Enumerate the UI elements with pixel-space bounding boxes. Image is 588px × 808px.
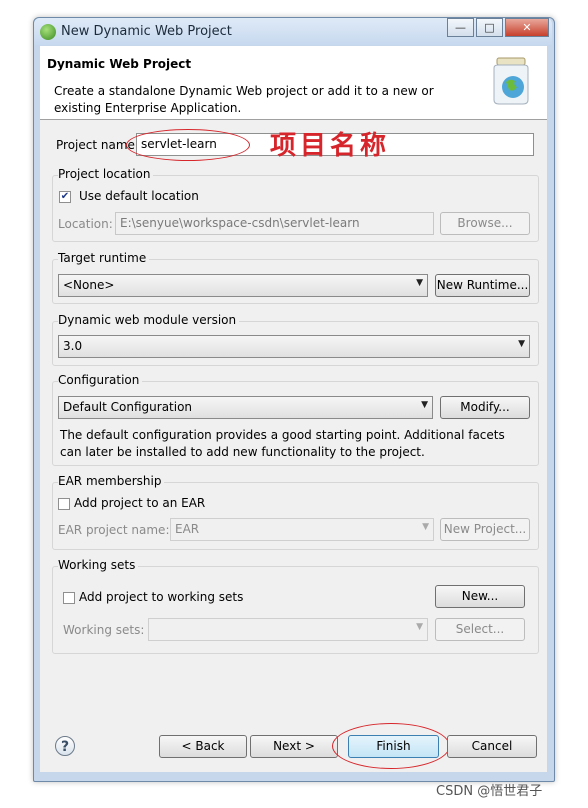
project-name-highlight-ellipse [126, 129, 250, 161]
working-sets-select[interactable]: ▼ [148, 618, 428, 641]
ear-project-name-value: EAR [175, 522, 200, 536]
new-runtime-button[interactable]: New Runtime... [435, 274, 530, 297]
dropdown-arrow-icon: ▼ [518, 339, 525, 349]
dropdown-arrow-icon: ▼ [416, 278, 423, 288]
location-input[interactable]: E:\senyue\workspace-csdn\servlet-learn [115, 212, 434, 235]
configuration-value: Default Configuration [63, 400, 193, 414]
module-version-group-label: Dynamic web module version [58, 313, 240, 327]
help-icon[interactable]: ? [55, 736, 75, 756]
configuration-description: The default configuration provides a goo… [60, 428, 505, 459]
use-default-location-label: Use default location [79, 189, 199, 203]
modify-button[interactable]: Modify... [440, 396, 530, 419]
module-version-value: 3.0 [63, 339, 83, 353]
select-working-sets-button[interactable]: Select... [435, 618, 525, 641]
add-to-ear-checkbox[interactable] [58, 498, 70, 510]
next-button[interactable]: Next > [250, 735, 338, 758]
add-to-working-sets-label: Add project to working sets [79, 590, 244, 604]
dropdown-arrow-icon: ▼ [421, 400, 428, 410]
browse-button[interactable]: Browse... [440, 212, 530, 235]
location-label: Location: [58, 217, 113, 231]
module-version-select[interactable]: 3.0 ▼ [58, 335, 530, 358]
project-location-group-label: Project location [58, 167, 154, 181]
new-project-button[interactable]: New Project... [440, 518, 530, 541]
minimize-button[interactable]: — [447, 18, 474, 37]
maximize-button[interactable]: □ [476, 18, 503, 37]
cancel-button[interactable]: Cancel [447, 735, 537, 758]
use-default-location-checkbox[interactable]: ✔ [59, 191, 71, 203]
ear-project-name-select[interactable]: EAR ▼ [170, 518, 434, 541]
window-title: New Dynamic Web Project [61, 24, 232, 39]
target-runtime-select[interactable]: <None> ▼ [58, 274, 428, 297]
banner-description: Create a standalone Dynamic Web project … [54, 84, 434, 115]
csdn-watermark: CSDN @悟世君子 [436, 784, 543, 799]
add-to-ear-label: Add project to an EAR [74, 496, 206, 510]
new-working-set-button[interactable]: New... [435, 585, 525, 608]
dropdown-arrow-icon: ▼ [422, 522, 429, 532]
add-to-working-sets-checkbox[interactable] [63, 592, 75, 604]
configuration-select[interactable]: Default Configuration ▼ [58, 396, 433, 419]
working-sets-group-label: Working sets [58, 558, 139, 572]
project-name-annotation: 项目名称 [270, 131, 391, 161]
ear-membership-group-label: EAR membership [58, 474, 165, 488]
eclipse-icon [40, 24, 56, 40]
ear-project-name-label: EAR project name: [58, 523, 170, 537]
close-button[interactable]: ✕ [505, 18, 549, 37]
banner-title: Dynamic Web Project [47, 57, 192, 71]
target-runtime-value: <None> [63, 278, 115, 292]
configuration-group-label: Configuration [58, 373, 143, 387]
working-sets-label: Working sets: [63, 623, 145, 637]
finish-highlight-ellipse [332, 723, 450, 769]
target-runtime-group-label: Target runtime [58, 251, 150, 265]
dropdown-arrow-icon: ▼ [416, 622, 423, 632]
web-project-jar-icon [493, 57, 529, 105]
back-button[interactable]: < Back [159, 735, 247, 758]
